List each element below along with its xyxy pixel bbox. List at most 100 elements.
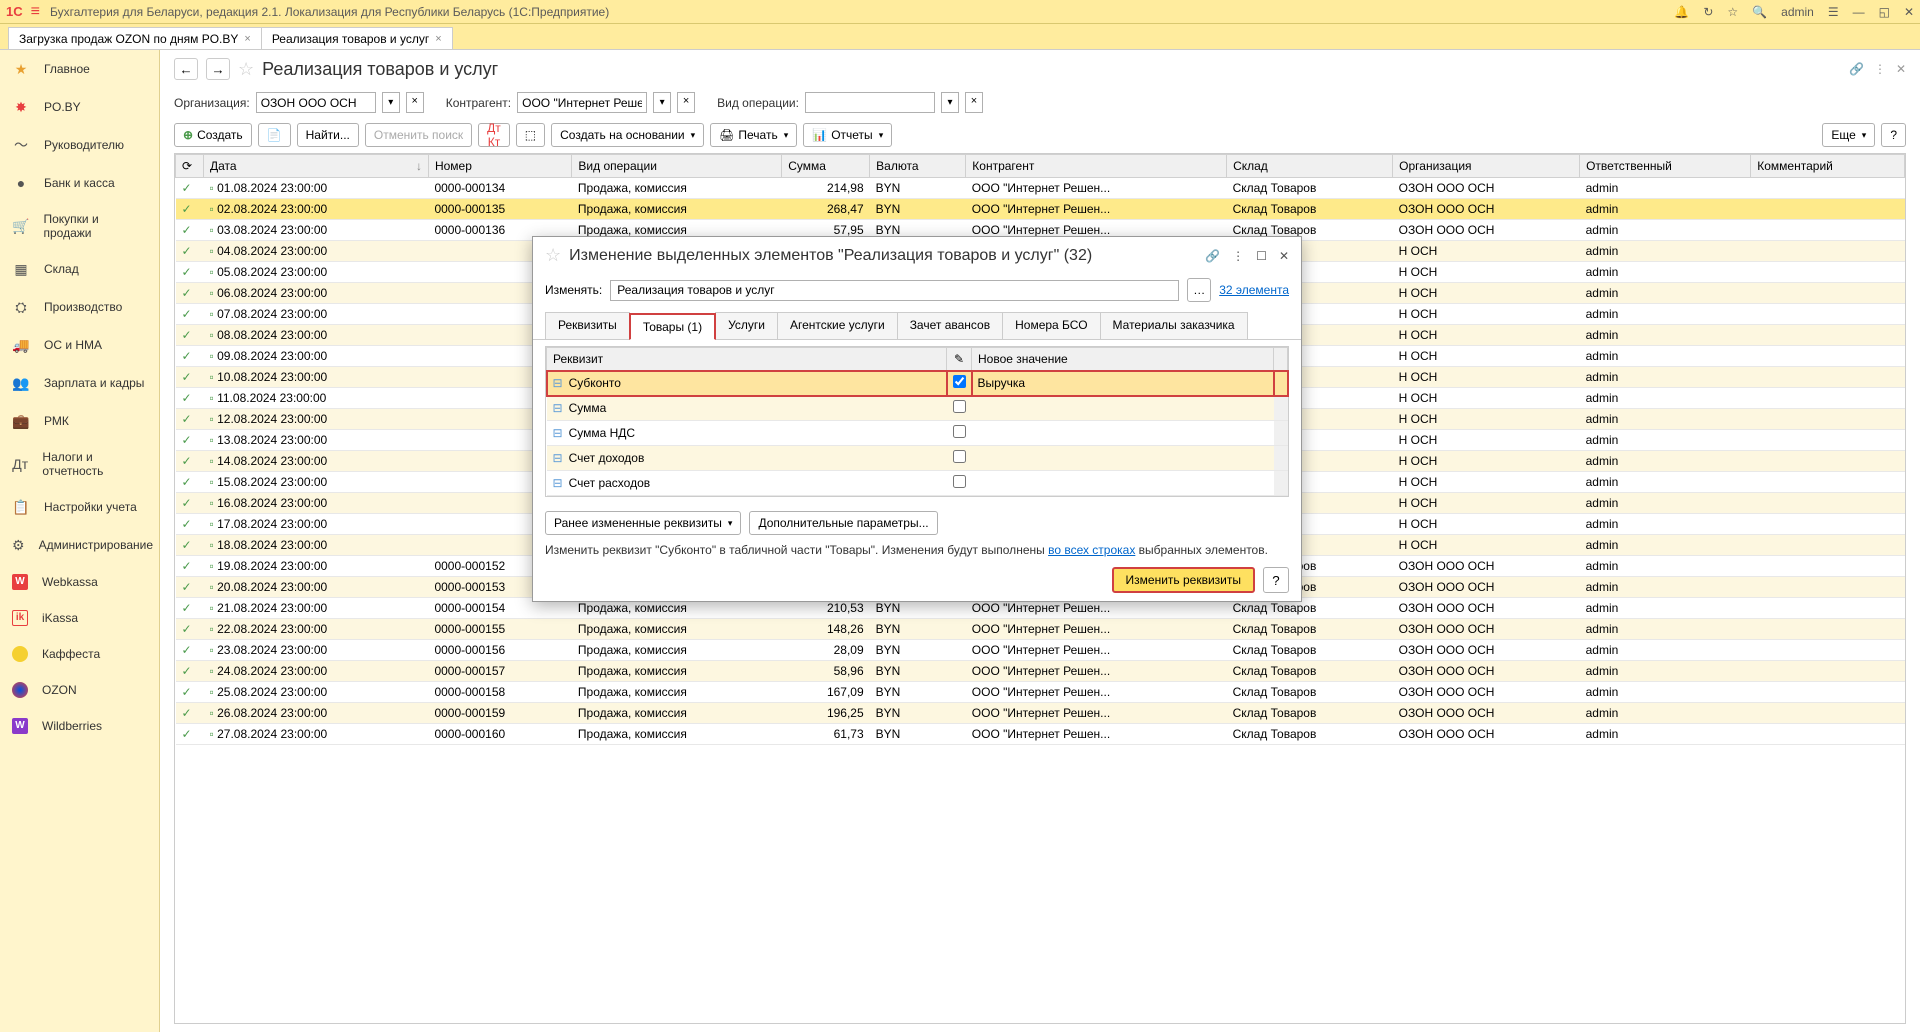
more-icon[interactable]: ⋮: [1874, 62, 1886, 76]
find-button[interactable]: Найти...: [297, 123, 359, 147]
sidebar-item-покупки-и-продажи[interactable]: 🛒Покупки и продажи: [0, 202, 159, 250]
op-input[interactable]: [805, 92, 935, 113]
col-new-value[interactable]: Новое значение: [972, 348, 1274, 371]
org-clear[interactable]: ×: [406, 92, 424, 113]
row-checkbox[interactable]: [953, 425, 966, 438]
cancel-find-button[interactable]: Отменить поиск: [365, 123, 472, 147]
modal-favorite-icon[interactable]: ☆: [545, 245, 561, 266]
col-0[interactable]: Дата↓: [204, 155, 429, 178]
link-icon[interactable]: 🔗: [1849, 62, 1864, 76]
main-menu-icon[interactable]: ≡: [31, 3, 40, 21]
change-select-button[interactable]: …: [1187, 278, 1211, 302]
copy-button[interactable]: 📄: [258, 123, 291, 147]
sidebar-item-ikassa[interactable]: ikiKassa: [0, 600, 159, 636]
col-6[interactable]: Склад: [1227, 155, 1393, 178]
favorite-icon[interactable]: ☆: [238, 59, 254, 80]
bell-icon[interactable]: 🔔: [1674, 5, 1689, 19]
col-2[interactable]: Вид операции: [572, 155, 782, 178]
tab-realization[interactable]: Реализация товаров и услуг ×: [261, 27, 453, 49]
extra-params-button[interactable]: Дополнительные параметры...: [749, 511, 937, 535]
table-row[interactable]: ✓ ▫ 01.08.2024 23:00:00 0000-000134Прода…: [176, 178, 1905, 199]
scroll-col[interactable]: [1274, 348, 1288, 371]
col-1[interactable]: Номер: [428, 155, 571, 178]
col-4[interactable]: Валюта: [870, 155, 966, 178]
org-dropdown[interactable]: ▾: [382, 92, 400, 113]
count-link[interactable]: 32 элемента: [1219, 283, 1289, 297]
modal-row[interactable]: ⊟Счет доходов: [547, 446, 1288, 471]
col-7[interactable]: Организация: [1393, 155, 1580, 178]
table-row[interactable]: ✓ ▫ 22.08.2024 23:00:00 0000-000155Прода…: [176, 619, 1905, 640]
tab-close-icon[interactable]: ×: [244, 33, 250, 45]
more-button[interactable]: Еще▾: [1822, 123, 1875, 147]
sidebar-item-производство[interactable]: ⛭Производство: [0, 288, 159, 326]
panel-icon[interactable]: ☰: [1828, 5, 1839, 19]
modal-row[interactable]: ⊟Счет расходов: [547, 471, 1288, 496]
sidebar-item-администрирование[interactable]: ⚙Администрирование: [0, 526, 159, 564]
modal-tab-3[interactable]: Агентские услуги: [777, 312, 898, 339]
col-5[interactable]: Контрагент: [966, 155, 1227, 178]
change-requisites-button[interactable]: Изменить реквизиты: [1112, 567, 1255, 593]
dt-kt-button[interactable]: ДтКт: [478, 123, 510, 147]
sidebar-item-wildberries[interactable]: WWildberries: [0, 708, 159, 744]
sidebar-item-зарплата-и-кадры[interactable]: 👥Зарплата и кадры: [0, 364, 159, 402]
modal-maximize-icon[interactable]: ☐: [1256, 249, 1267, 263]
table-row[interactable]: ✓ ▫ 25.08.2024 23:00:00 0000-000158Прода…: [176, 682, 1905, 703]
row-checkbox[interactable]: [953, 400, 966, 413]
sidebar-item-настройки-учета[interactable]: 📋Настройки учета: [0, 488, 159, 526]
row-checkbox[interactable]: [953, 475, 966, 488]
prev-changed-button[interactable]: Ранее измененные реквизиты▾: [545, 511, 741, 535]
op-dropdown[interactable]: ▾: [941, 92, 959, 113]
table-row[interactable]: ✓ ▫ 24.08.2024 23:00:00 0000-000157Прода…: [176, 661, 1905, 682]
col-3[interactable]: Сумма: [782, 155, 870, 178]
modal-row[interactable]: ⊟Сумма НДС: [547, 421, 1288, 446]
change-input[interactable]: [610, 280, 1179, 301]
forward-button[interactable]: →: [206, 58, 230, 80]
sidebar-item-ozon[interactable]: OZON: [0, 672, 159, 708]
minimize-icon[interactable]: —: [1853, 5, 1865, 19]
sidebar-item-руководителю[interactable]: 〜Руководителю: [0, 126, 159, 164]
contr-dropdown[interactable]: ▾: [653, 92, 671, 113]
close-content-icon[interactable]: ✕: [1896, 62, 1906, 76]
user-label[interactable]: admin: [1781, 5, 1814, 19]
modal-tab-1[interactable]: Товары (1): [629, 313, 716, 340]
create-button[interactable]: ⊕Создать: [174, 123, 252, 147]
table-row[interactable]: ✓ ▫ 02.08.2024 23:00:00 0000-000135Прода…: [176, 199, 1905, 220]
tab-ozon-load[interactable]: Загрузка продаж OZON по дням PO.BY ×: [8, 27, 262, 49]
sidebar-item-po.by[interactable]: ✸PO.BY: [0, 88, 159, 126]
col-requisite[interactable]: Реквизит: [547, 348, 947, 371]
sidebar-item-главное[interactable]: ★Главное: [0, 50, 159, 88]
modal-tab-2[interactable]: Услуги: [715, 312, 778, 339]
print-button[interactable]: 🖨Печать▾: [710, 123, 797, 147]
modal-more-icon[interactable]: ⋮: [1232, 249, 1244, 263]
tab-close-icon[interactable]: ×: [435, 33, 441, 45]
sidebar-item-банк-и-касса[interactable]: ●Банк и касса: [0, 164, 159, 202]
modal-row[interactable]: ⊟Субконто Выручка: [547, 371, 1288, 396]
sidebar-item-webkassa[interactable]: WWebkassa: [0, 564, 159, 600]
op-clear[interactable]: ×: [965, 92, 983, 113]
create-on-button[interactable]: Создать на основании▾: [551, 123, 704, 147]
sidebar-item-каффеста[interactable]: Каффеста: [0, 636, 159, 672]
row-checkbox[interactable]: [953, 375, 966, 388]
org-input[interactable]: [256, 92, 376, 113]
structure-button[interactable]: ⬚: [516, 123, 545, 147]
sidebar-item-налоги-и-отчетность[interactable]: ДтНалоги и отчетность: [0, 440, 159, 488]
modal-row[interactable]: ⊟Сумма: [547, 396, 1288, 421]
modal-close-icon[interactable]: ✕: [1279, 249, 1289, 263]
col-edit[interactable]: ✎: [947, 348, 972, 371]
col-9[interactable]: Комментарий: [1751, 155, 1905, 178]
sidebar-item-ос-и-нма[interactable]: 🚚ОС и НМА: [0, 326, 159, 364]
search-icon[interactable]: 🔍: [1752, 5, 1767, 19]
history-icon[interactable]: ↻: [1703, 5, 1713, 19]
modal-link-icon[interactable]: 🔗: [1205, 249, 1220, 263]
help-button[interactable]: ?: [1881, 123, 1906, 147]
modal-help-button[interactable]: ?: [1263, 567, 1289, 593]
sidebar-item-склад[interactable]: ▦Склад: [0, 250, 159, 288]
col-8[interactable]: Ответственный: [1580, 155, 1751, 178]
close-icon[interactable]: ✕: [1904, 5, 1914, 19]
modal-tab-5[interactable]: Номера БСО: [1002, 312, 1100, 339]
row-checkbox[interactable]: [953, 450, 966, 463]
sidebar-item-рмк[interactable]: 💼РМК: [0, 402, 159, 440]
col-status[interactable]: ⟳: [176, 155, 204, 178]
table-row[interactable]: ✓ ▫ 23.08.2024 23:00:00 0000-000156Прода…: [176, 640, 1905, 661]
table-row[interactable]: ✓ ▫ 26.08.2024 23:00:00 0000-000159Прода…: [176, 703, 1905, 724]
